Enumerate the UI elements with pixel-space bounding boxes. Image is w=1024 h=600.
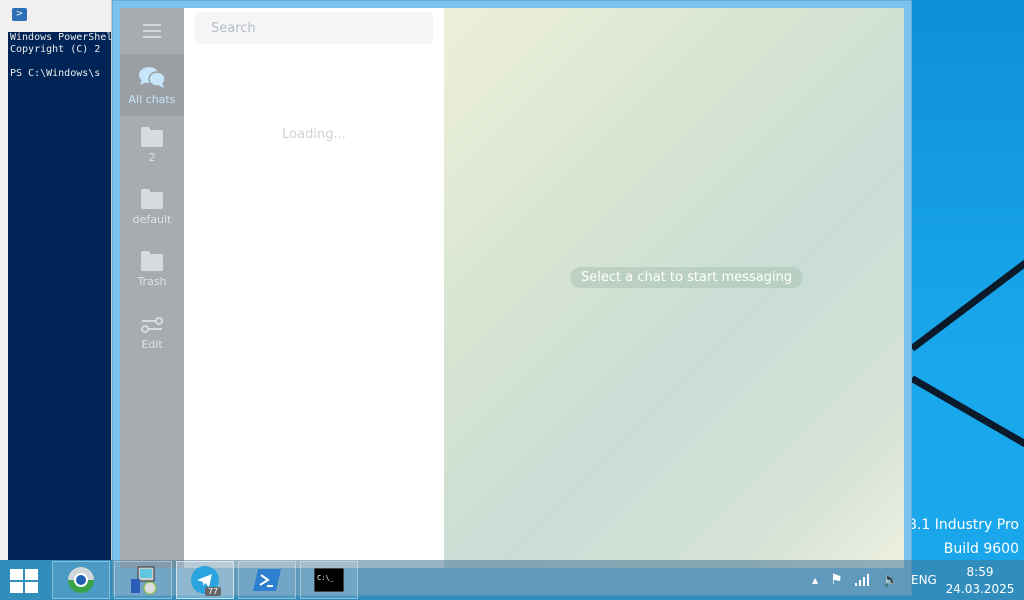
taskbar-telegram[interactable]: 77 <box>176 561 234 599</box>
action-center-flag-icon[interactable]: ⚑ <box>830 572 843 588</box>
chats-icon <box>139 66 166 88</box>
wallpaper-line <box>909 249 1024 352</box>
system-tray: ▲ ⚑ 🔈 <box>812 560 899 600</box>
clock-date: 24.03.2025 <box>945 581 1015 596</box>
taskbar-installer[interactable] <box>114 561 172 599</box>
wallpaper-line <box>910 375 1024 462</box>
watermark-edition: l 8.1 Industry Pro <box>899 517 1019 533</box>
folder-edit[interactable]: Edit <box>120 302 184 364</box>
folder-label: Edit <box>141 337 163 351</box>
taskbar-powershell[interactable] <box>238 561 296 599</box>
folder-label: All chats <box>128 92 176 106</box>
volume-icon[interactable]: 🔈 <box>883 573 899 588</box>
folder-all-chats[interactable]: All chats <box>120 54 184 116</box>
empty-chat-message: Select a chat to start messaging <box>570 267 804 288</box>
folder-default[interactable]: default <box>120 178 184 240</box>
folder-icon <box>141 189 163 209</box>
folder-label: Trash <box>137 275 167 288</box>
taskbar: 77 C:\_ ▲ ⚑ 🔈 ENG 8:59 24.03.2025 <box>0 560 1024 600</box>
powershell-console[interactable]: Windows PowerShell Copyright (C) 2 PS C:\… <box>8 32 111 560</box>
unread-badge: 77 <box>204 587 221 596</box>
clock-time: 8:59 <box>966 564 994 579</box>
clock[interactable]: 8:59 24.03.2025 <box>945 560 1015 600</box>
taskbar-browser[interactable] <box>52 561 110 599</box>
menu-button[interactable] <box>120 8 184 54</box>
loading-text: Loading... <box>282 127 346 142</box>
svg-text:C:\_: C:\_ <box>317 574 335 582</box>
powershell-icon <box>253 569 281 591</box>
start-button[interactable] <box>10 569 38 593</box>
powershell-window[interactable]: > Windows PowerShell Copyright (C) 2 PS C… <box>0 0 112 560</box>
watermark-build: Build 9600 <box>943 541 1019 557</box>
hamburger-icon <box>143 30 161 32</box>
taskbar-cmd[interactable]: C:\_ <box>300 561 358 599</box>
edit-icon <box>141 316 163 333</box>
folder-label: default <box>132 213 172 226</box>
folder-sidebar: All chats 2 default Trash Edit <box>120 8 184 568</box>
cmd-icon: C:\_ <box>314 568 344 592</box>
folder-2[interactable]: 2 <box>120 116 184 178</box>
chat-list: Search Loading... <box>184 8 444 568</box>
chat-area: Select a chat to start messaging <box>444 8 904 568</box>
show-hidden-icons-icon[interactable]: ▲ <box>812 576 818 585</box>
folder-icon <box>141 251 163 271</box>
folder-icon <box>141 127 163 147</box>
network-signal-icon[interactable] <box>854 574 871 586</box>
console-line: Windows PowerShell <box>10 32 111 43</box>
telegram-window: All chats 2 default Trash Edit Search Lo… <box>112 0 912 596</box>
folder-trash[interactable]: Trash <box>120 240 184 302</box>
browser-icon <box>68 567 94 593</box>
search-input[interactable]: Search <box>195 12 433 44</box>
console-line: PS C:\Windows\s <box>10 68 101 79</box>
console-line: Copyright (C) 2 <box>10 44 101 55</box>
language-indicator[interactable]: ENG <box>911 560 937 600</box>
powershell-icon: > <box>12 8 27 21</box>
folder-label: 2 <box>148 151 156 164</box>
installer-icon <box>131 566 157 595</box>
